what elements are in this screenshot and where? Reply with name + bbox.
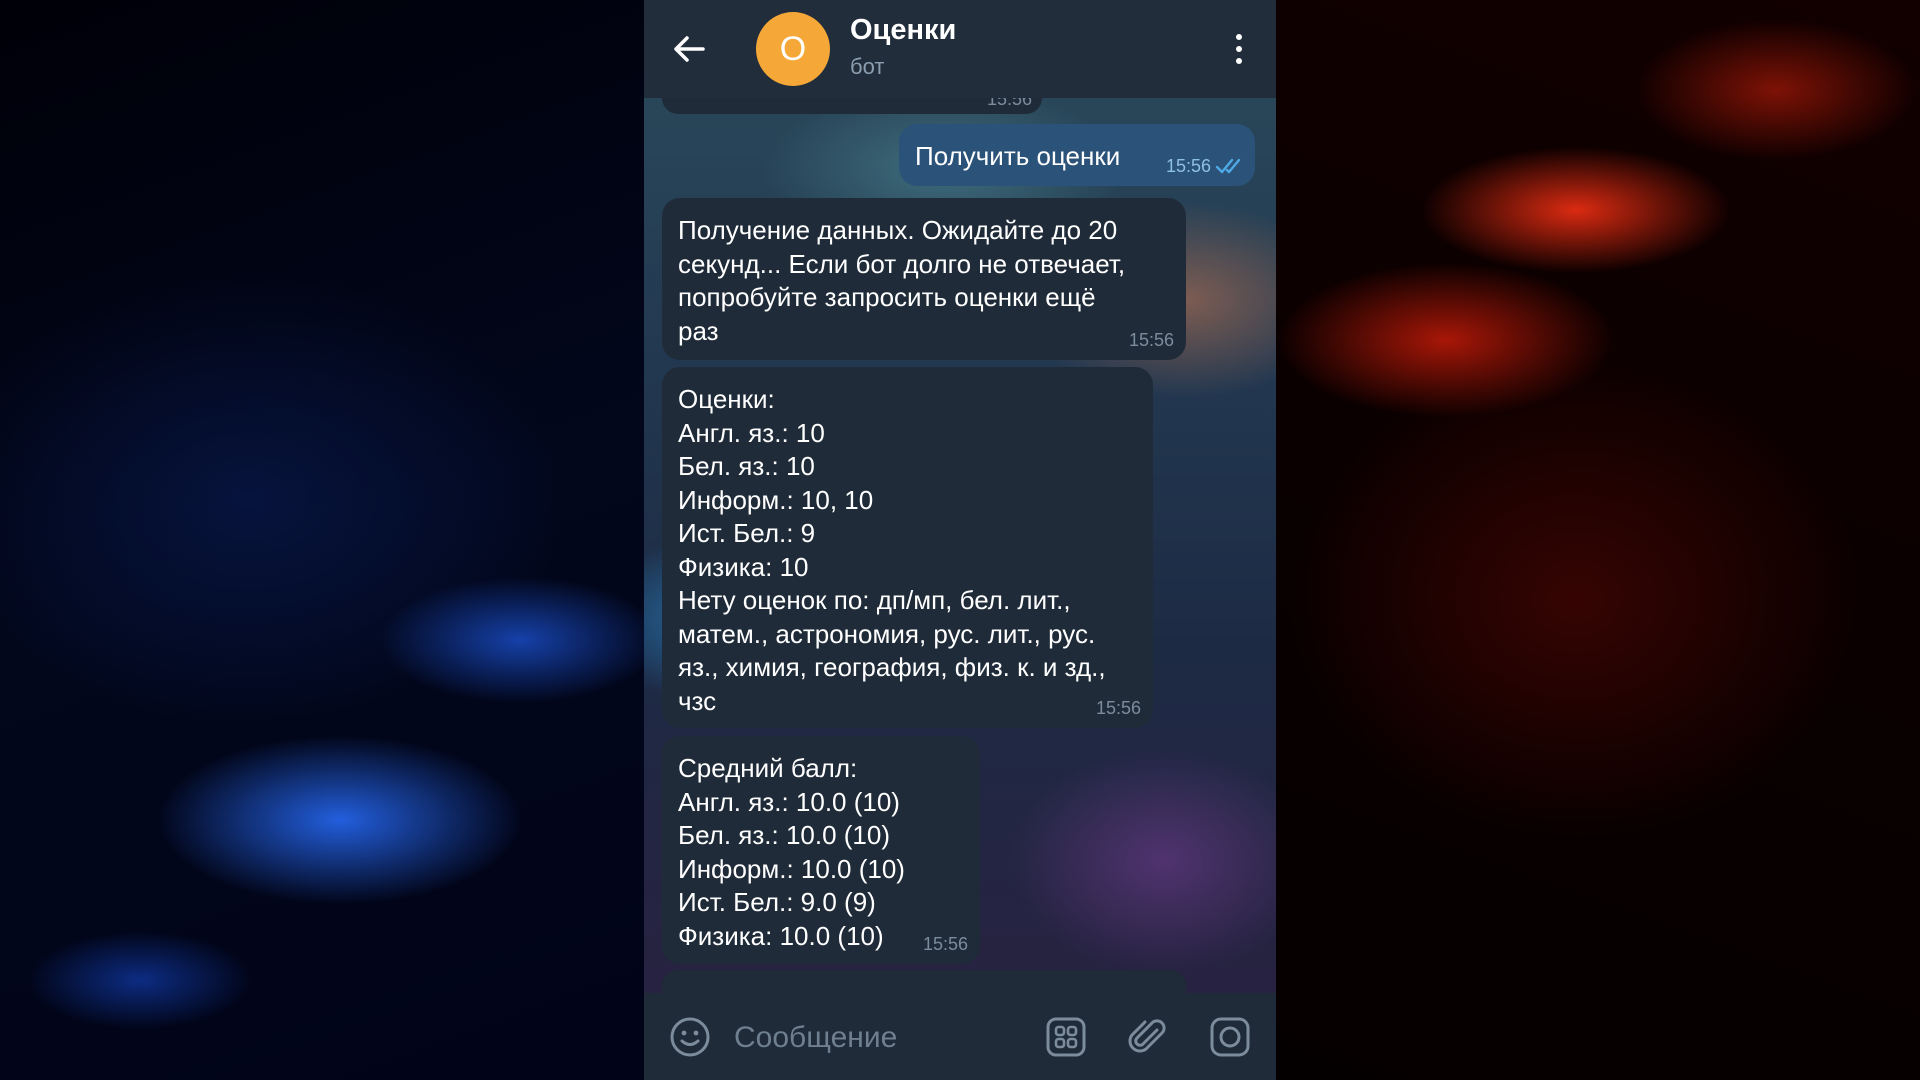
chat-avatar[interactable]: О <box>756 12 830 86</box>
message-input-bar <box>644 993 1276 1080</box>
camera-icon <box>1210 1017 1250 1057</box>
double-check-icon <box>1215 158 1241 174</box>
message-time: 15:56 <box>1095 698 1141 718</box>
message-time: 15:56 <box>1165 156 1211 176</box>
chat-subtitle: бот <box>850 54 885 79</box>
arrow-left-icon <box>674 36 705 62</box>
message-input[interactable] <box>732 1013 1036 1063</box>
message-incoming[interactable]: Оценки: Англ. яз.: 10 Бел. яз.: 10 Инфор… <box>662 367 1153 728</box>
message-text: Оценки: Англ. яз.: 10 Бел. яз.: 10 Инфор… <box>678 384 1106 716</box>
message-time: 15:56 <box>1128 330 1174 350</box>
more-vertical-icon-dot <box>1236 46 1242 52</box>
smile-icon <box>670 1017 710 1057</box>
message-text: Получить оценки <box>915 141 1121 171</box>
emoji-button[interactable] <box>666 1013 714 1061</box>
phone-screen: О Оценки бот 15:56 Получить оценки 15:56… <box>644 0 1276 1080</box>
camera-button[interactable] <box>1206 1013 1254 1061</box>
message-time: 15:56 <box>922 934 968 954</box>
bot-commands-button[interactable] <box>1042 1013 1090 1061</box>
more-menu-button[interactable] <box>1224 28 1254 70</box>
chat-header: О Оценки бот <box>644 0 1276 98</box>
more-vertical-icon <box>1236 34 1242 40</box>
message-incoming[interactable]: Получение данных. Ожидайте до 20 секунд.… <box>662 198 1186 360</box>
chat-title[interactable]: Оценки <box>850 14 956 47</box>
background-right-red-nebula <box>1276 0 1920 1080</box>
message-incoming[interactable]: Средний балл: Англ. яз.: 10.0 (10) Бел. … <box>662 736 980 964</box>
bot-commands-icon <box>1046 1017 1086 1057</box>
paperclip-icon <box>1128 1019 1166 1053</box>
message-text: Средний балл: Англ. яз.: 10.0 (10) Бел. … <box>678 753 905 951</box>
attach-button[interactable] <box>1124 1013 1172 1061</box>
more-vertical-icon-dot <box>1236 58 1242 64</box>
back-button[interactable] <box>666 26 712 72</box>
message-outgoing[interactable]: Получить оценки 15:56 <box>899 124 1255 186</box>
message-text: Получение данных. Ожидайте до 20 секунд.… <box>678 215 1126 346</box>
background-left-blue-nebula <box>0 0 644 1080</box>
